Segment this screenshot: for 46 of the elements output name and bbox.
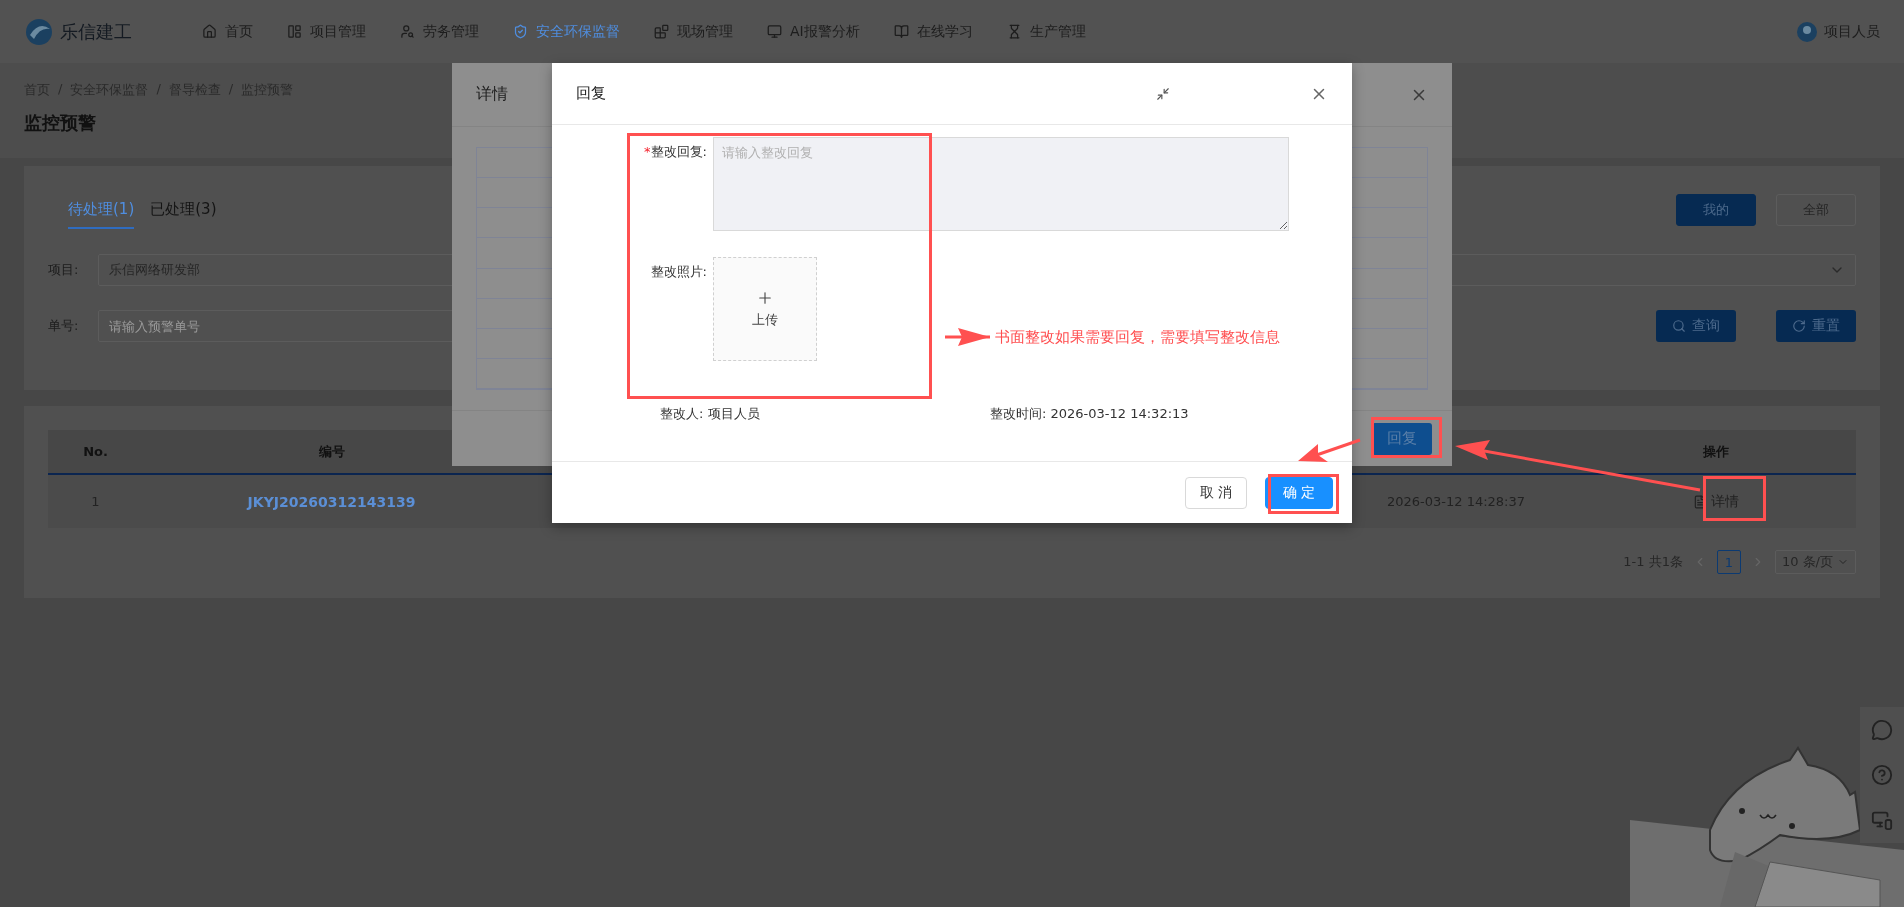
dialog-title: 详情 — [476, 84, 508, 105]
reply-button[interactable]: 回复 — [1372, 422, 1432, 455]
filter-button[interactable]: 查询 — [1656, 310, 1736, 342]
annotation-note: 书面整改如果需要回复，需要填写整改信息 — [995, 328, 1280, 347]
cancel-button[interactable]: 取 消 — [1185, 476, 1247, 509]
info-text: 整改人: 项目人员 — [660, 405, 761, 423]
logo-icon — [24, 16, 54, 47]
reset-icon — [1792, 319, 1806, 333]
nav-icon — [893, 24, 909, 39]
breadcrumb-separator: / — [156, 81, 161, 98]
search-icon — [1672, 319, 1686, 333]
nav-icon — [400, 24, 415, 39]
tab[interactable]: 已处理(3) — [150, 191, 217, 229]
scope-button[interactable]: 我的 — [1676, 194, 1756, 226]
nav-icon — [513, 24, 528, 39]
annotation-arrow — [945, 328, 990, 346]
field-label: *整改回复: — [643, 143, 707, 161]
highlight-frame — [1268, 474, 1339, 514]
nav-icon — [287, 24, 302, 39]
upload-box[interactable]: 上传 — [713, 257, 817, 361]
collapse-icon[interactable] — [1156, 86, 1170, 101]
page-title: 监控预警 — [24, 111, 97, 135]
nav-icon — [202, 24, 217, 39]
field-label: 整改照片: — [649, 263, 707, 281]
highlight-frame — [1703, 476, 1766, 521]
annotation-arrow — [1298, 438, 1361, 462]
brand-name: 乐信建工 — [60, 19, 132, 44]
nav-icon — [767, 24, 782, 39]
dialog-title: 回复 — [576, 84, 607, 103]
filter-button[interactable]: 重置 — [1776, 310, 1856, 342]
monitor-icon[interactable] — [1871, 809, 1893, 832]
help-icon[interactable] — [1871, 764, 1893, 786]
highlight-frame — [1371, 417, 1442, 458]
avatar-icon — [1796, 20, 1818, 43]
nav-icon — [654, 24, 669, 39]
breadcrumb-separator: / — [58, 81, 63, 98]
plus-icon — [756, 289, 774, 307]
tab[interactable]: 待处理(1) — [68, 191, 135, 229]
chat-icon[interactable] — [1871, 718, 1893, 741]
nav-item[interactable]: 安全环保监督 — [513, 22, 620, 41]
reply-textarea[interactable]: 请输入整改回复 — [713, 137, 1289, 231]
info-text: 整改时间: 2026-03-12 14:32:13 — [990, 405, 1190, 423]
page-number[interactable]: 1 — [1716, 550, 1741, 574]
breadcrumb-separator: / — [228, 81, 234, 98]
confirm-button[interactable]: 确 定 — [1265, 476, 1333, 509]
code-link[interactable]: JKYJ20260312143139 — [247, 493, 416, 510]
